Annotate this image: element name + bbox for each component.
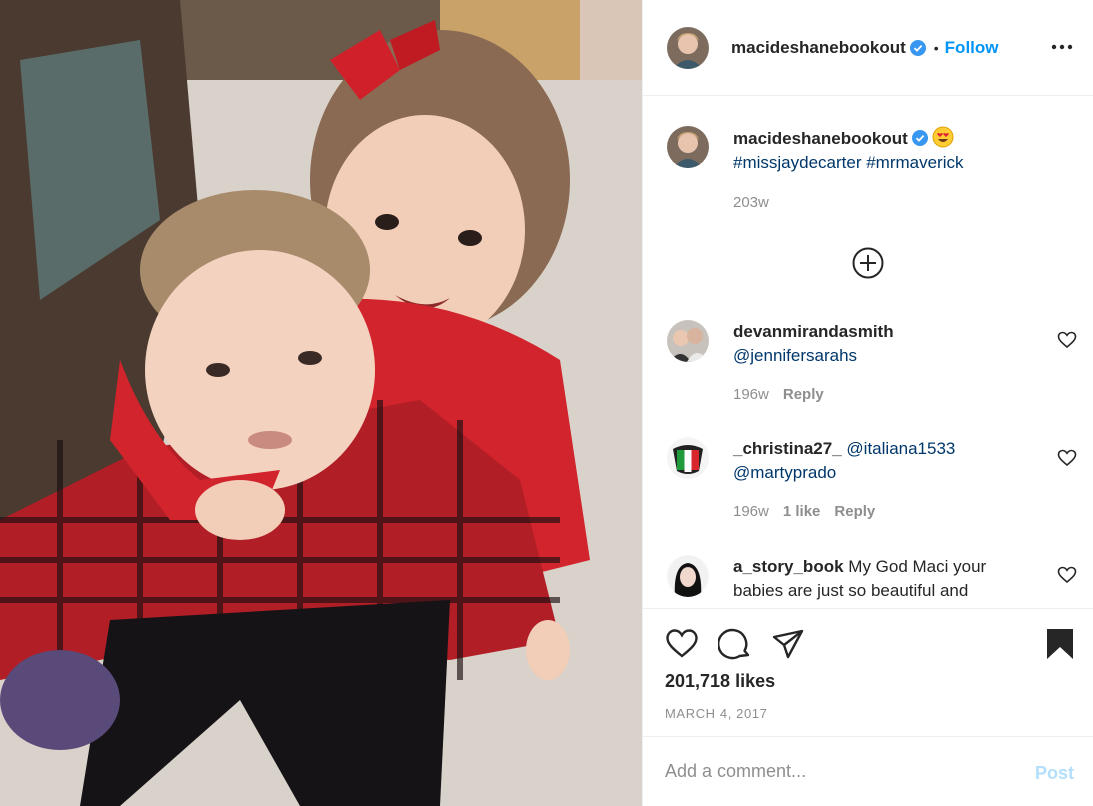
commenter-avatar[interactable] bbox=[667, 555, 709, 597]
comment-like-heart-icon[interactable] bbox=[1057, 565, 1077, 585]
heart-eyes-emoji-icon bbox=[932, 126, 954, 148]
comment-username[interactable]: _christina27_ bbox=[733, 439, 842, 458]
likes-count[interactable]: 201,718 likes bbox=[665, 671, 775, 692]
verified-badge-icon bbox=[909, 39, 926, 56]
comment-meta: 196w Reply bbox=[733, 386, 838, 403]
verified-badge-icon bbox=[911, 129, 928, 146]
comment-likes-count[interactable]: 1 like bbox=[783, 503, 821, 520]
commenter-avatar[interactable] bbox=[667, 320, 709, 362]
comment-item: a_story_book My God Maci your babies are… bbox=[667, 555, 1077, 608]
comment-body: devanmirandasmith @jennifersarahs bbox=[733, 320, 1023, 368]
comments-list[interactable]: macideshanebookout #missjaydecarter #mrm… bbox=[643, 96, 1093, 608]
share-icon[interactable] bbox=[771, 627, 805, 661]
comment-icon[interactable] bbox=[717, 627, 752, 661]
bookmark-icon[interactable] bbox=[1043, 627, 1077, 661]
comment-text[interactable]: @jennifersarahs bbox=[733, 346, 857, 365]
comment-age[interactable]: 196w bbox=[733, 386, 769, 403]
follow-button[interactable]: Follow bbox=[945, 38, 999, 58]
comment-body: _christina27_ @italiana1533 @martyprado bbox=[733, 437, 1023, 485]
comment-mention[interactable]: @italiana1533 bbox=[846, 439, 955, 458]
post-photo[interactable] bbox=[0, 0, 642, 806]
comment-item: devanmirandasmith @jennifersarahs 196w Re… bbox=[667, 320, 1077, 420]
caption-hashtags[interactable]: #missjaydecarter #mrmaverick bbox=[733, 153, 964, 172]
comment-username[interactable]: devanmirandasmith bbox=[733, 322, 894, 341]
caption-body: macideshanebookout #missjaydecarter #mrm… bbox=[733, 126, 1023, 175]
comment-body: a_story_book My God Maci your babies are… bbox=[733, 555, 1023, 603]
caption-meta: 203w bbox=[733, 194, 783, 211]
add-comment-bar: Post bbox=[643, 736, 1093, 806]
post-image bbox=[0, 0, 642, 806]
header-names: macideshanebookout • Follow bbox=[731, 38, 999, 58]
comment-username[interactable]: a_story_book bbox=[733, 557, 844, 576]
comment-meta: 196w 1 like Reply bbox=[733, 503, 889, 520]
post-actions: 201,718 likes MARCH 4, 2017 bbox=[643, 608, 1093, 736]
reply-button[interactable]: Reply bbox=[834, 503, 875, 520]
caption-avatar[interactable] bbox=[667, 126, 709, 168]
comment-item: _christina27_ @italiana1533 @martyprado … bbox=[667, 437, 1077, 537]
post-comment-button[interactable]: Post bbox=[1035, 763, 1074, 784]
comment-like-heart-icon[interactable] bbox=[1057, 330, 1077, 350]
caption: macideshanebookout #missjaydecarter #mrm… bbox=[667, 126, 1077, 226]
load-more-comments-icon[interactable] bbox=[851, 246, 885, 280]
more-options-icon[interactable] bbox=[1050, 37, 1074, 57]
separator-dot: • bbox=[933, 39, 939, 56]
comment-like-heart-icon[interactable] bbox=[1057, 448, 1077, 468]
author-avatar[interactable] bbox=[667, 26, 709, 69]
comment-input[interactable] bbox=[665, 761, 995, 782]
post-header: macideshanebookout • Follow bbox=[643, 0, 1093, 96]
comment-age[interactable]: 196w bbox=[733, 503, 769, 520]
heart-icon[interactable] bbox=[665, 627, 699, 661]
caption-age[interactable]: 203w bbox=[733, 194, 769, 211]
reply-button[interactable]: Reply bbox=[783, 386, 824, 403]
post-date[interactable]: MARCH 4, 2017 bbox=[665, 706, 767, 721]
comment-text[interactable]: @martyprado bbox=[733, 463, 836, 482]
post-sidebar: macideshanebookout • Follow macideshaneb… bbox=[642, 0, 1093, 806]
author-username[interactable]: macideshanebookout bbox=[731, 38, 906, 58]
commenter-avatar[interactable] bbox=[667, 437, 709, 479]
caption-username[interactable]: macideshanebookout bbox=[733, 129, 908, 148]
